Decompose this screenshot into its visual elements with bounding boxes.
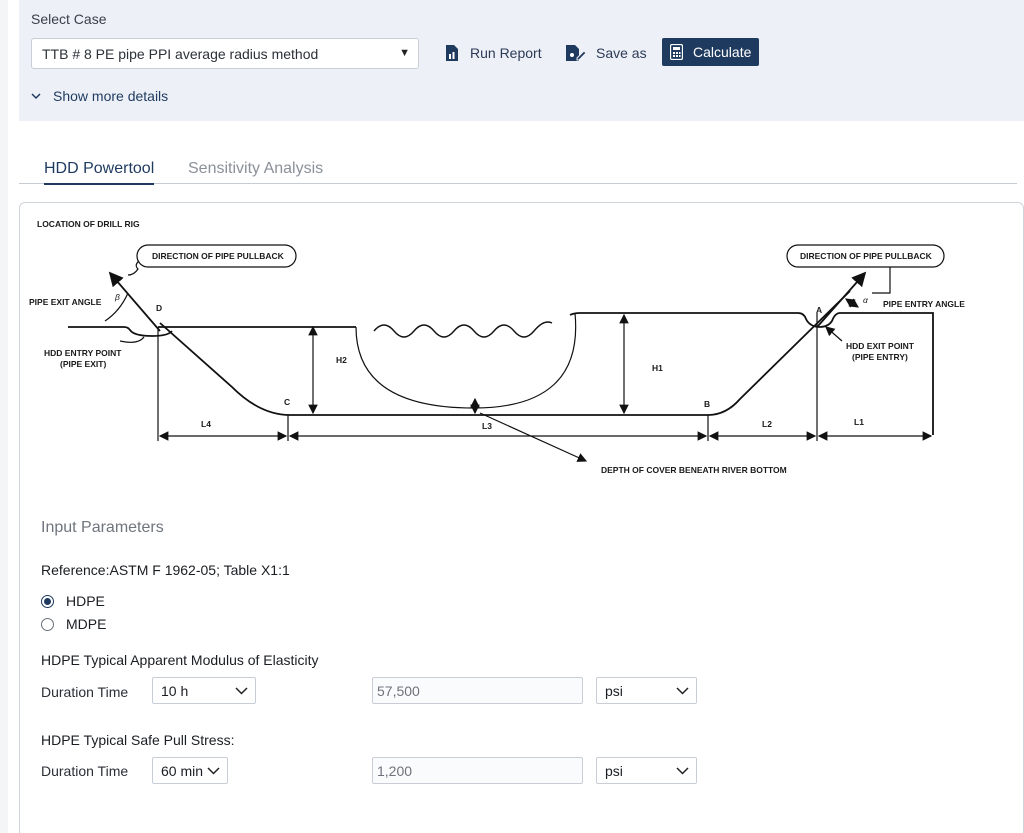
- hdd-content-card: LOCATION OF DRILL RIG DIRECTION OF PIPE …: [19, 202, 1024, 833]
- stress-value-field[interactable]: 1,200: [372, 757, 583, 784]
- entry-point-label-1: HDD ENTRY POINT: [44, 348, 122, 358]
- modulus-duration-label: Duration Time: [41, 684, 129, 700]
- l1-label: L1: [854, 417, 864, 427]
- h1-label: H1: [652, 363, 663, 373]
- right-callout-leader: [872, 267, 891, 294]
- radio-mdpe[interactable]: [41, 617, 54, 631]
- pipe-entry-angle-label: PIPE ENTRY ANGLE: [883, 299, 965, 309]
- modulus-duration-select[interactable]: 10 h: [152, 677, 256, 704]
- entry-point-leader: [119, 336, 145, 343]
- material-label-hdpe: HDPE: [66, 593, 105, 609]
- material-label-mdpe: MDPE: [66, 616, 107, 632]
- hdd-profile-diagram: LOCATION OF DRILL RIG DIRECTION OF PIPE …: [29, 219, 965, 475]
- calculate-button[interactable]: Calculate: [662, 38, 760, 66]
- material-option-hdpe[interactable]: HDPE: [41, 593, 105, 609]
- radio-hdpe[interactable]: [41, 594, 54, 608]
- case-header-panel: Select Case TTB # 8 PE pipe PPI average …: [19, 0, 1024, 121]
- case-select[interactable]: TTB # 8 PE pipe PPI average radius metho…: [31, 38, 419, 69]
- point-b-label: B: [704, 399, 710, 409]
- water-surface-wave: [373, 321, 553, 338]
- modulus-heading: HDPE Typical Apparent Modulus of Elastic…: [41, 652, 319, 668]
- point-d-label: D: [156, 303, 162, 313]
- reference-text: Reference:ASTM F 1962-05; Table X1:1: [41, 562, 290, 578]
- report-icon: [446, 45, 458, 61]
- l4-label: L4: [201, 419, 211, 429]
- caret-down-icon: ▼: [399, 47, 410, 59]
- left-callout-leader: [127, 260, 140, 276]
- show-more-details-toggle[interactable]: Show more details: [31, 88, 168, 104]
- left-pullback-arrow: [108, 271, 161, 332]
- depth-cover-label: DEPTH OF COVER BENEATH RIVER BOTTOM: [601, 465, 787, 475]
- stress-duration-value: 60 min: [161, 763, 204, 779]
- ground-left-line: [68, 326, 173, 337]
- left-rail: [0, 0, 8, 833]
- stress-duration-select[interactable]: 60 min: [152, 757, 228, 784]
- pullback-right-label: DIRECTION OF PIPE PULLBACK: [800, 251, 933, 261]
- pipe-exit-angle-label: PIPE EXIT ANGLE: [29, 297, 102, 307]
- h2-label: H2: [336, 355, 347, 365]
- chevron-down-icon: [235, 687, 248, 695]
- run-report-label: Run Report: [470, 45, 542, 61]
- beta-symbol: β: [114, 292, 120, 302]
- exit-point-leader: [825, 326, 843, 342]
- chevron-down-icon: [207, 767, 220, 775]
- chevron-down-icon: [31, 92, 41, 99]
- save-as-button[interactable]: Save as: [564, 38, 647, 68]
- l3-label: L3: [482, 421, 492, 431]
- tab-sensitivity-analysis[interactable]: Sensitivity Analysis: [188, 160, 323, 183]
- save-as-label: Save as: [596, 45, 647, 61]
- input-parameters-title: Input Parameters: [41, 519, 164, 536]
- alpha-symbol: α: [863, 295, 869, 305]
- l2-label: L2: [762, 419, 772, 429]
- pullback-left-label: DIRECTION OF PIPE PULLBACK: [152, 251, 285, 261]
- exit-point-label-1: HDD EXIT POINT: [846, 341, 915, 351]
- modulus-value-field[interactable]: 57,500: [372, 677, 583, 704]
- modulus-unit-select[interactable]: psi: [596, 677, 697, 704]
- stress-duration-label: Duration Time: [41, 763, 129, 779]
- case-select-value: TTB # 8 PE pipe PPI average radius metho…: [42, 46, 319, 62]
- point-a-label: A: [816, 305, 822, 315]
- select-case-label: Select Case: [31, 11, 107, 27]
- point-c-label: C: [284, 397, 290, 407]
- calculator-icon: [670, 44, 683, 60]
- tab-bar: HDD Powertool Sensitivity Analysis: [19, 160, 1017, 185]
- stress-unit-select[interactable]: psi: [596, 757, 697, 784]
- tab-hdd-powertool[interactable]: HDD Powertool: [44, 160, 155, 185]
- right-pullback-arrow: [817, 271, 867, 327]
- calculate-label: Calculate: [693, 44, 752, 60]
- modulus-unit-value: psi: [605, 683, 623, 699]
- save-as-icon: [566, 45, 586, 61]
- stress-heading: HDPE Typical Safe Pull Stress:: [41, 732, 235, 748]
- stress-unit-value: psi: [605, 763, 623, 779]
- material-option-mdpe[interactable]: MDPE: [41, 616, 106, 632]
- drill-path-line: [159, 290, 851, 416]
- show-more-details-label: Show more details: [53, 88, 169, 104]
- run-report-button[interactable]: Run Report: [444, 38, 542, 68]
- alpha-angle-mark: [845, 298, 859, 308]
- entry-point-label-2: (PIPE EXIT): [60, 359, 106, 369]
- location-drill-rig-label: LOCATION OF DRILL RIG: [37, 219, 140, 229]
- depth-cover-leader: [479, 412, 588, 462]
- modulus-duration-value: 10 h: [161, 683, 189, 699]
- exit-point-label-2: (PIPE ENTRY): [852, 352, 908, 362]
- chevron-down-icon: [676, 687, 689, 695]
- chevron-down-icon: [676, 767, 689, 775]
